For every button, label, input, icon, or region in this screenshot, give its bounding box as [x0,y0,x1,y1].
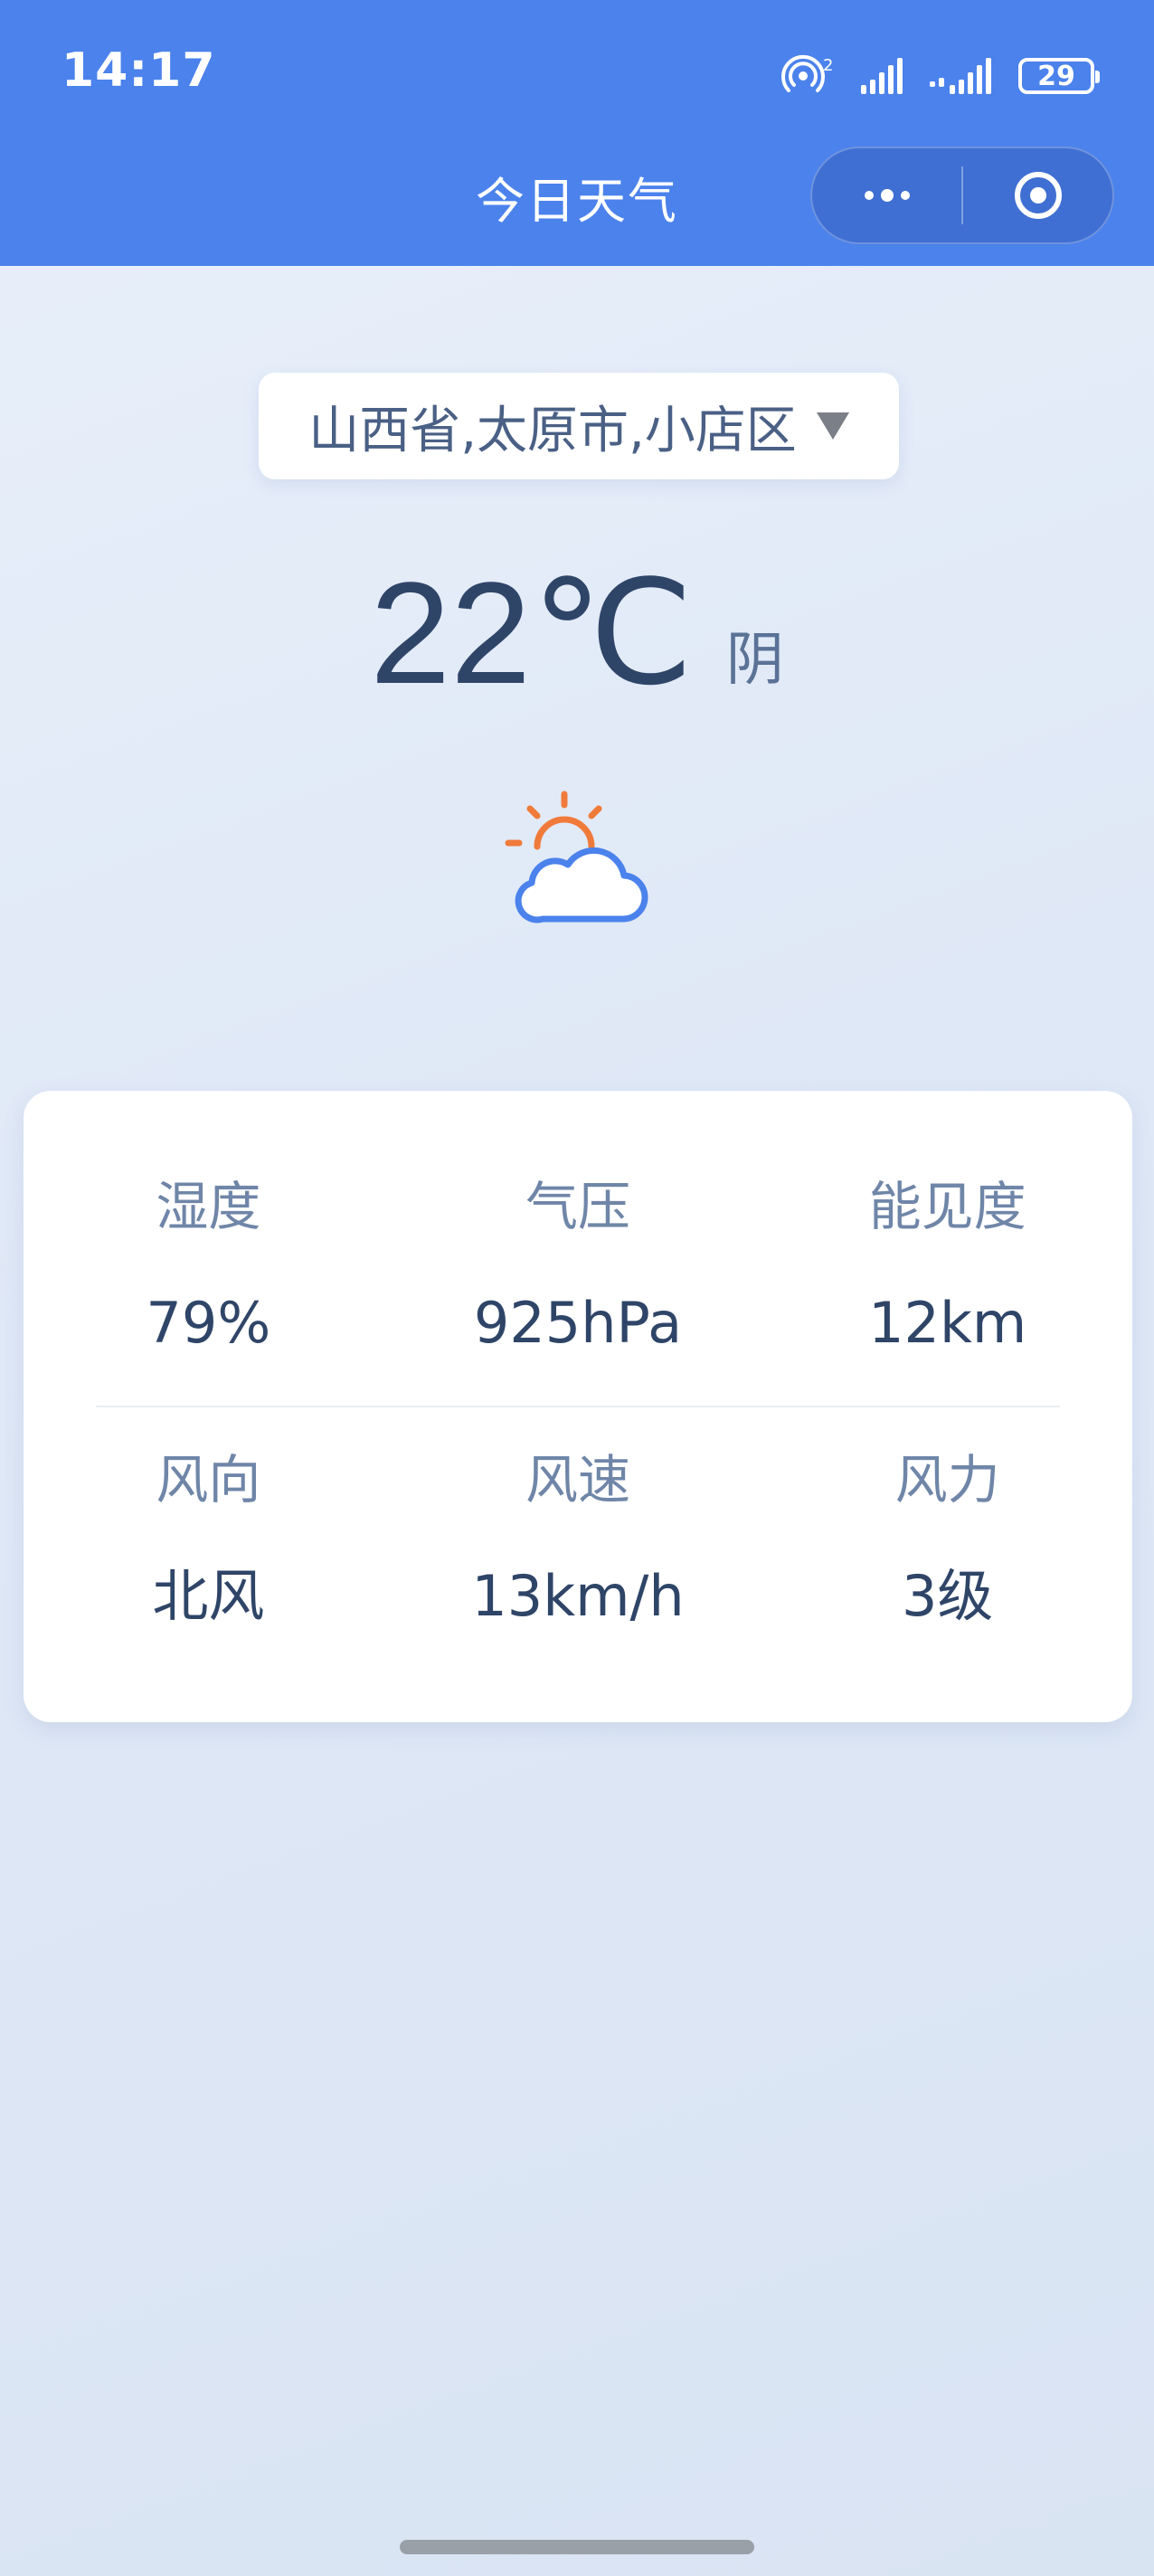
visibility-label: 能见度 [868,1176,1026,1237]
app-header: 14:17 2 29 今日天气 [0,0,1154,266]
wind-speed-value: 13km/h [471,1563,685,1629]
status-time: 14:17 [61,43,216,98]
more-button[interactable] [812,148,961,242]
wind-force-value: 3级 [901,1563,994,1629]
pressure-label: 气压 [525,1176,631,1237]
visibility-cell: 能见度 12km [762,1170,1132,1364]
wind-direction-cell: 风向 北风 [24,1444,393,1637]
home-indicator[interactable] [400,2540,754,2554]
pressure-value: 925hPa [473,1290,683,1356]
humidity-cell: 湿度 79% [24,1170,393,1364]
current-weather: 22℃ 阴 [0,561,1154,706]
status-icons: 2 29 [781,49,1100,103]
visibility-value: 12km [868,1290,1027,1356]
signal-icon-1 [861,58,903,94]
battery-icon: 29 [1018,58,1100,94]
humidity-label: 湿度 [156,1176,261,1237]
partly-cloudy-icon [505,791,648,923]
humidity-value: 79% [146,1290,271,1356]
target-icon [1014,172,1062,219]
temperature-value: 22℃ [370,552,694,714]
wind-direction-value: 北风 [152,1563,265,1629]
hotspot-badge: 2 [823,56,833,75]
details-row: 湿度 79% 气压 925hPa 能见度 12km [24,1170,1132,1364]
weather-condition: 阴 [725,627,784,694]
wind-speed-cell: 风速 13km/h [393,1444,763,1637]
pressure-cell: 气压 925hPa [393,1170,763,1364]
battery-level: 29 [1037,60,1075,92]
details-row: 风向 北风 风速 13km/h 风力 3级 [24,1444,1132,1637]
wind-force-cell: 风力 3级 [762,1444,1132,1637]
wind-force-label: 风力 [894,1449,1000,1511]
caret-down-icon [816,412,849,440]
more-icon [864,189,910,202]
card-divider [96,1406,1060,1407]
location-picker[interactable]: 山西省,太原市,小店区 [259,373,899,479]
mini-program-capsule [810,147,1114,244]
hotspot-icon: 2 [781,54,833,92]
wind-speed-label: 风速 [525,1449,631,1511]
signal-icon-2 [930,58,991,94]
weather-details-card: 湿度 79% 气压 925hPa 能见度 12km 风向 北风 风速 13km/… [24,1091,1132,1722]
wind-direction-label: 风向 [156,1449,261,1511]
close-program-button[interactable] [963,148,1112,242]
location-text: 山西省,太原市,小店区 [308,401,797,460]
